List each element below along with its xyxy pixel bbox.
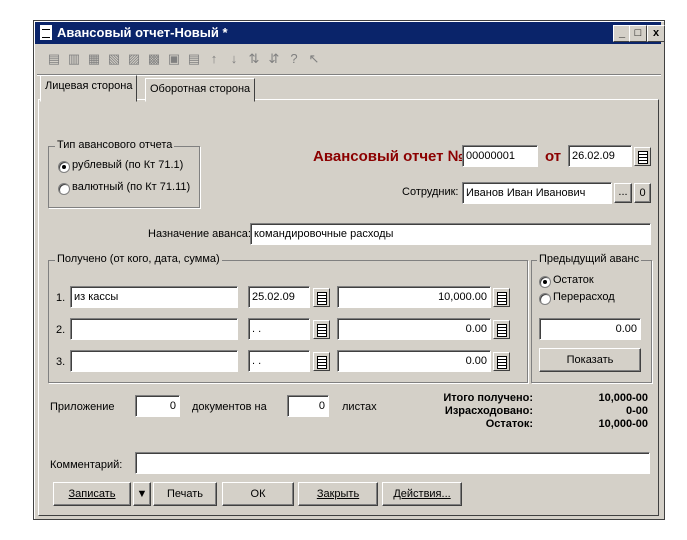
total-spent-value: 0-00	[625, 405, 648, 417]
help-icon[interactable]: ?	[286, 51, 302, 67]
currency-radio[interactable]	[58, 183, 70, 195]
document-icon	[40, 25, 52, 40]
report-number-field[interactable]: 00000001	[462, 145, 538, 167]
calendar-icon[interactable]	[313, 288, 330, 307]
insert-icon[interactable]: ▣	[166, 51, 182, 67]
move-up-icon[interactable]: ↑	[206, 51, 222, 67]
received-amount-field[interactable]: 0.00	[337, 350, 491, 372]
report-heading: Авансовый отчет №	[313, 148, 465, 165]
sort-desc-icon[interactable]: ⇵	[266, 51, 282, 67]
tab-back[interactable]: Оборотная сторона	[145, 78, 256, 102]
delete-row-icon[interactable]: ▧	[106, 51, 122, 67]
report-type-group-label: Тип авансового отчета	[55, 139, 175, 151]
ruble-radio[interactable]	[58, 161, 70, 173]
close-form-button[interactable]: Закрыть	[298, 482, 378, 506]
received-group-label: Получено (от кого, дата, сумма)	[55, 253, 222, 265]
row-number: 1.	[56, 292, 66, 304]
received-from-field[interactable]	[70, 318, 238, 340]
tab-front[interactable]: Лицевая сторона	[40, 75, 138, 102]
copy-row-icon[interactable]: ▥	[66, 51, 82, 67]
calculator-icon[interactable]	[493, 288, 510, 307]
employee-label: Сотрудник:	[402, 186, 459, 198]
currency-radio-label[interactable]: валютный (по Кт 71.11)	[72, 181, 190, 193]
actions-button[interactable]: Действия...	[382, 482, 462, 506]
received-from-field[interactable]	[70, 350, 238, 372]
purpose-field[interactable]: командировочные расходы	[250, 223, 651, 245]
ok-button[interactable]: ОК	[222, 482, 294, 506]
total-received-label: Итого получено:	[443, 392, 533, 404]
row-number: 2.	[56, 324, 66, 336]
comment-field[interactable]	[135, 452, 650, 474]
calendar-icon[interactable]	[313, 352, 330, 371]
total-balance-label: Остаток:	[485, 418, 533, 430]
attachment-label: Приложение	[50, 401, 115, 413]
received-amount-field[interactable]: 10,000.00	[337, 286, 491, 308]
sort-asc-icon[interactable]: ⇅	[246, 51, 262, 67]
context-help-icon[interactable]: ↖	[306, 51, 322, 67]
received-date-field[interactable]: 25.02.09	[248, 286, 310, 308]
received-amount-field[interactable]: 0.00	[337, 318, 491, 340]
previous-advance-field[interactable]: 0.00	[539, 318, 641, 340]
window-title: Авансовый отчет-Новый *	[57, 25, 228, 40]
balance-radio[interactable]	[539, 276, 551, 288]
received-date-field[interactable]: . .	[248, 350, 310, 372]
ruble-radio-label[interactable]: рублевый (по Кт 71.1)	[72, 159, 183, 171]
employee-select-button[interactable]: ...	[614, 183, 632, 203]
from-label: от	[545, 148, 562, 165]
comment-label: Комментарий:	[50, 459, 123, 471]
received-date-field[interactable]: . .	[248, 318, 310, 340]
total-balance-value: 10,000-00	[598, 418, 648, 430]
overspend-radio[interactable]	[539, 293, 551, 305]
close-button[interactable]: x	[647, 25, 665, 42]
save-button[interactable]: Записать	[53, 482, 131, 506]
calculator-icon[interactable]	[493, 320, 510, 339]
sheets-label: листах	[342, 401, 377, 413]
maximize-button[interactable]: □	[629, 25, 647, 42]
report-date-field[interactable]: 26.02.09	[568, 145, 632, 167]
show-button[interactable]: Показать	[539, 348, 641, 372]
employee-clear-button[interactable]: 0	[634, 183, 651, 203]
docs-label: документов на	[192, 401, 267, 413]
total-spent-label: Израсходовано:	[444, 405, 533, 417]
balance-radio-label[interactable]: Остаток	[553, 274, 594, 286]
edit-row-icon[interactable]: ▦	[86, 51, 102, 67]
calendar-icon[interactable]	[313, 320, 330, 339]
attachment-sheets-field[interactable]: 0	[287, 395, 329, 417]
attachment-docs-field[interactable]: 0	[135, 395, 180, 417]
calculator-icon[interactable]	[493, 352, 510, 371]
toolbar: ▤ ▥ ▦ ▧ ▨ ▩ ▣ ▤ ↑ ↓ ⇅ ⇵ ? ↖	[40, 48, 660, 72]
move-down-icon[interactable]: ↓	[226, 51, 242, 67]
row-number: 3.	[56, 356, 66, 368]
title-bar[interactable]: Авансовый отчет-Новый * _ □ x	[35, 22, 665, 44]
received-from-field[interactable]: из кассы	[70, 286, 238, 308]
group-icon[interactable]: ▤	[186, 51, 202, 67]
print-button[interactable]: Печать	[153, 482, 217, 506]
report-type-group	[48, 146, 200, 208]
new-row-icon[interactable]: ▤	[46, 51, 62, 67]
purpose-label: Назначение аванса:	[148, 228, 251, 240]
calendar-icon[interactable]	[634, 147, 651, 166]
total-received-value: 10,000-00	[598, 392, 648, 404]
find-icon[interactable]: ▩	[146, 51, 162, 67]
print-dropdown-button[interactable]: ▼	[133, 482, 151, 506]
employee-field[interactable]: Иванов Иван Иванович	[462, 182, 612, 204]
previous-advance-group-label: Предыдущий аванс	[537, 253, 642, 265]
mark-row-icon[interactable]: ▨	[126, 51, 142, 67]
dropdown-arrow-icon: ▼	[136, 488, 148, 500]
overspend-radio-label[interactable]: Перерасход	[553, 291, 615, 303]
